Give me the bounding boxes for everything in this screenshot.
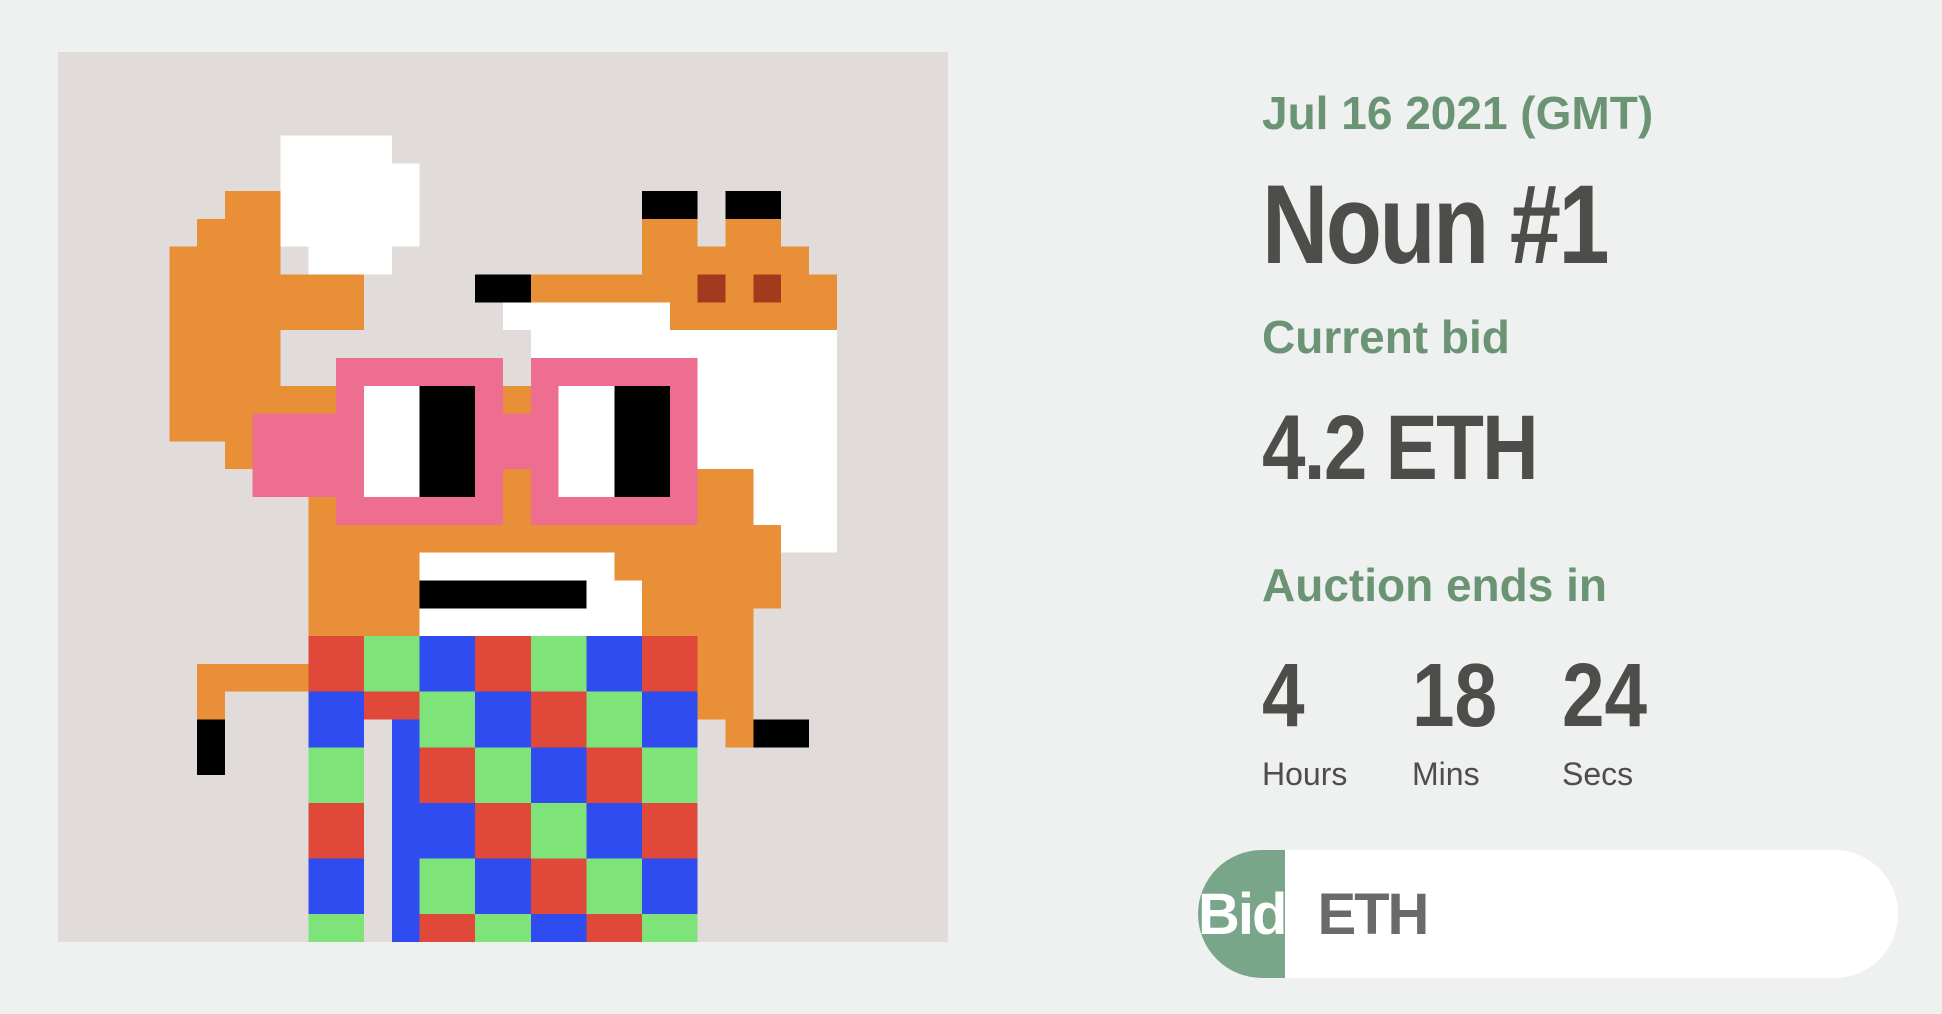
timer-hours: 4 Hours [1262,648,1412,793]
bid-amount-input[interactable] [1285,850,1898,978]
current-bid-value: 4.2 ETH [1262,397,1539,499]
auction-ends-label: Auction ends in [1262,559,1607,611]
current-bid-label: Current bid [1262,311,1510,363]
timer-hours-value: 4 [1262,646,1305,746]
timer-secs: 24 Secs [1562,648,1712,793]
timer-hours-label: Hours [1262,756,1348,792]
bid-form: Bid [1198,850,1898,978]
bid-button[interactable]: Bid [1198,850,1287,978]
timer-secs-label: Secs [1562,756,1634,792]
auction-date: Jul 16 2021 (GMT) [1262,87,1654,139]
noun-title: Noun #1 [1262,162,1610,287]
timer-secs-value: 24 [1562,646,1648,746]
noun-pixel-art-image [58,52,948,942]
timer-mins-label: Mins [1412,756,1480,792]
noun-artwork [58,52,948,942]
auction-timer: 4 Hours 18 Mins 24 Secs [1262,648,1712,793]
timer-mins-value: 18 [1412,646,1498,746]
timer-mins: 18 Mins [1412,648,1562,793]
